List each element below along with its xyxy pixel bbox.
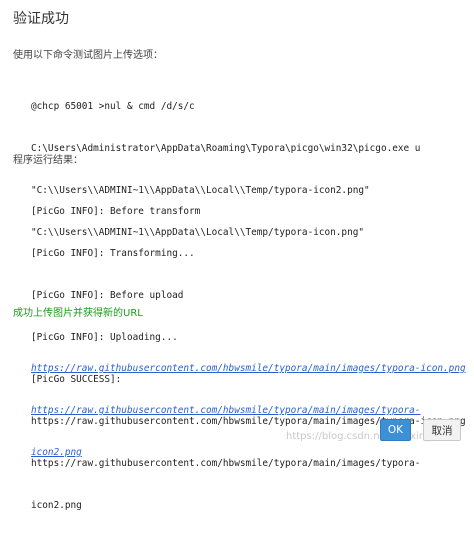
- uploaded-url-link[interactable]: icon2.png: [31, 446, 466, 460]
- result-line: [PicGo INFO]: Before upload: [31, 290, 184, 301]
- dialog-title: 验证成功: [13, 11, 69, 27]
- uploaded-url-link[interactable]: https://raw.githubusercontent.com/hbwsmi…: [31, 362, 466, 376]
- command-line: C:\Users\Administrator\AppData\Roaming\T…: [31, 143, 421, 154]
- ok-button[interactable]: OK: [380, 419, 411, 441]
- command-label: 使用以下命令测试图片上传选项：: [13, 50, 163, 61]
- success-label: 成功上传图片并获得新的URL: [13, 308, 143, 319]
- cancel-button[interactable]: 取消: [423, 419, 461, 441]
- uploaded-url-link[interactable]: https://raw.githubusercontent.com/hbwsmi…: [31, 404, 466, 418]
- watermark: https://blog.csdn.net/weixin_4...: [286, 431, 447, 442]
- result-label: 程序运行结果：: [13, 155, 83, 166]
- verify-dialog: 验证成功 使用以下命令测试图片上传选项： @chcp 65001 >nul & …: [0, 0, 474, 511]
- result-line: icon2.png: [31, 500, 82, 511]
- command-line: @chcp 65001 >nul & cmd /d/s/c: [31, 101, 195, 112]
- result-line: [PicGo INFO]: Before transform: [31, 206, 201, 217]
- url-list: https://raw.githubusercontent.com/hbwsmi…: [31, 334, 466, 488]
- result-line: [PicGo INFO]: Transforming...: [31, 248, 195, 259]
